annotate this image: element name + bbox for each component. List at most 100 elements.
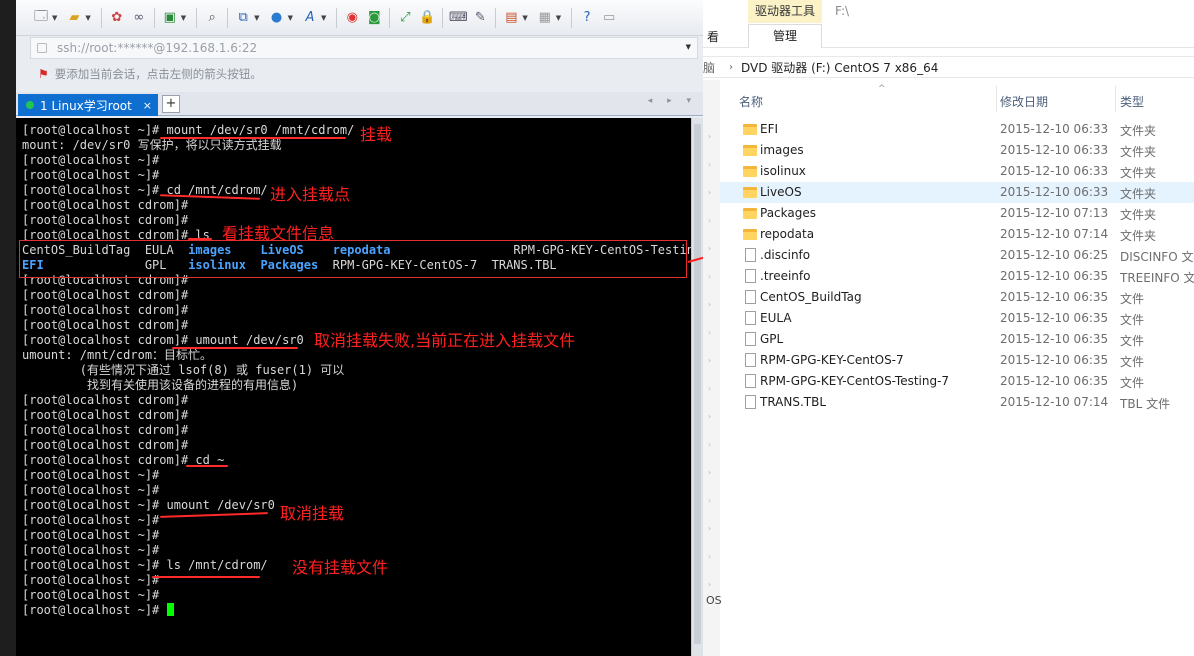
scrollbar-thumb[interactable] xyxy=(694,124,701,644)
chevron-down-icon[interactable]: ▼ xyxy=(321,14,326,22)
column-divider[interactable] xyxy=(1115,86,1116,112)
chevron-right-icon[interactable]: › xyxy=(708,580,711,589)
chat-icon[interactable]: ▭ xyxy=(598,7,620,29)
font-icon[interactable]: A xyxy=(299,7,321,29)
explorer-address-bar[interactable]: 脑 › DVD 驱动器 (F:) CentOS 7 x86_64 xyxy=(703,56,1194,78)
chevron-right-icon[interactable]: › xyxy=(708,384,711,393)
transfer-icon[interactable]: ⧉ xyxy=(232,7,254,29)
keyboard-icon[interactable]: ⌨ xyxy=(447,7,469,29)
file-row[interactable]: RPM-GPG-KEY-CentOS-Testing-7 2015-12-10 0… xyxy=(720,371,1194,392)
column-header-date[interactable]: 修改日期 xyxy=(1000,93,1048,110)
ribbon-tab-view[interactable]: 看 xyxy=(707,28,719,45)
file-row[interactable]: CentOS_BuildTag 2015-12-10 06:35 文件 xyxy=(720,287,1194,308)
xftp-icon[interactable]: ◉ xyxy=(341,7,363,29)
address-path[interactable]: DVD 驱动器 (F:) CentOS 7 x86_64 xyxy=(741,59,938,76)
file-row[interactable]: isolinux 2015-12-10 06:33 文件夹 xyxy=(720,161,1194,182)
file-row[interactable]: EULA 2015-12-10 06:35 文件 xyxy=(720,308,1194,329)
terminal-line: [root@localhost ~]# xyxy=(22,483,160,497)
nav-item-os[interactable]: OS xyxy=(706,594,722,607)
properties-icon[interactable]: ▣ xyxy=(159,7,181,29)
file-type: 文件 xyxy=(1120,292,1145,306)
chevron-right-icon[interactable]: › xyxy=(708,272,711,281)
terminal-line: [root@localhost cdrom]# xyxy=(22,213,189,227)
folder-icon xyxy=(743,145,757,156)
terminal-line: (有些情况下通过 lsof(8) 或 fuser(1) 可以 xyxy=(22,363,345,377)
chevron-down-icon[interactable]: ▼ xyxy=(522,14,527,22)
chevron-right-icon[interactable]: › xyxy=(729,62,733,73)
file-row[interactable]: Packages 2015-12-10 07:13 文件夹 xyxy=(720,203,1194,224)
xftp-green-icon[interactable]: ◙ xyxy=(363,7,385,29)
file-explorer-window: 驱动器工具 F:\ 看 管理 脑 › DVD 驱动器 (F:) CentOS 7… xyxy=(703,0,1194,656)
file-type: 文件夹 xyxy=(1120,208,1157,222)
close-icon[interactable]: × xyxy=(143,99,152,112)
chevron-down-icon[interactable]: ▼ xyxy=(181,14,186,22)
annotation-no-files: 没有挂载文件 xyxy=(292,558,389,577)
chevron-right-icon[interactable]: › xyxy=(708,440,711,449)
chevron-right-icon[interactable]: › xyxy=(708,328,711,337)
chevron-down-icon[interactable]: ▼ xyxy=(288,14,293,22)
find-icon[interactable]: ⌕ xyxy=(201,7,223,29)
chevron-right-icon[interactable]: › xyxy=(708,412,711,421)
file-type: TREEINFO 文 xyxy=(1120,271,1194,285)
new-session-icon[interactable]: 🗔 xyxy=(30,7,52,29)
terminal-line: mount: /dev/sr0 写保护，将以只读方式挂载 xyxy=(22,138,282,152)
script-icon[interactable]: ▤ xyxy=(500,7,522,29)
chevron-right-icon[interactable]: › xyxy=(708,160,711,169)
column-header-name[interactable]: 名称 xyxy=(739,93,763,110)
chevron-right-icon[interactable]: › xyxy=(708,524,711,533)
terminal-line: [root@localhost cdrom]# xyxy=(22,393,189,407)
column-header-type[interactable]: 类型 xyxy=(1120,93,1144,110)
chevron-right-icon[interactable]: › xyxy=(708,132,711,141)
file-row[interactable]: EFI 2015-12-10 06:33 文件夹 xyxy=(720,119,1194,140)
chevron-right-icon[interactable]: › xyxy=(708,552,711,561)
chevron-right-icon[interactable]: › xyxy=(708,216,711,225)
compose-icon[interactable]: ✎ xyxy=(469,7,491,29)
file-row[interactable]: LiveOS 2015-12-10 06:33 文件夹 xyxy=(720,182,1194,203)
file-name: GPL xyxy=(760,332,784,346)
tab-linux-session[interactable]: 1 Linux学习root × xyxy=(18,94,158,116)
reconnect-icon[interactable]: ∞ xyxy=(128,7,150,29)
file-row[interactable]: repodata 2015-12-10 07:14 文件夹 xyxy=(720,224,1194,245)
chevron-right-icon[interactable]: › xyxy=(708,188,711,197)
chevron-right-icon[interactable]: › xyxy=(708,356,711,365)
file-modified-date: 2015-12-10 06:33 xyxy=(1000,122,1109,136)
file-row[interactable]: GPL 2015-12-10 06:35 文件 xyxy=(720,329,1194,350)
help-icon[interactable]: ? xyxy=(576,7,598,29)
lock-icon xyxy=(37,43,47,53)
terminal-line: [root@localhost cdrom]# xyxy=(22,438,189,452)
globe-icon[interactable]: ● xyxy=(266,7,288,29)
session-address-bar[interactable]: ssh://root:******@192.168.1.6:22 ▼ xyxy=(30,37,698,59)
file-row[interactable]: .discinfo 2015-12-10 06:25 DISCINFO 文 xyxy=(720,245,1194,266)
ribbon-tab-manage[interactable]: 管理 xyxy=(748,24,822,48)
lock-icon[interactable]: 🔒 xyxy=(416,7,438,29)
open-folder-icon[interactable]: ▰ xyxy=(63,7,85,29)
tab-navigation[interactable]: ◂ ▸ ▾ xyxy=(648,96,697,106)
tab-label: 1 Linux学习root xyxy=(40,98,132,113)
disconnect-icon[interactable]: ✿ xyxy=(106,7,128,29)
chevron-right-icon[interactable]: › xyxy=(708,468,711,477)
chevron-down-icon[interactable]: ▼ xyxy=(686,43,691,51)
file-modified-date: 2015-12-10 06:35 xyxy=(1000,332,1109,346)
file-name: .treeinfo xyxy=(760,269,811,283)
file-row[interactable]: .treeinfo 2015-12-10 06:35 TREEINFO 文 xyxy=(720,266,1194,287)
chevron-down-icon[interactable]: ▼ xyxy=(52,14,57,22)
chevron-right-icon[interactable]: › xyxy=(708,244,711,253)
file-modified-date: 2015-12-10 06:35 xyxy=(1000,353,1109,367)
chevron-down-icon[interactable]: ▼ xyxy=(85,14,90,22)
file-row[interactable]: images 2015-12-10 06:33 文件夹 xyxy=(720,140,1194,161)
layout-icon[interactable]: ▦ xyxy=(534,7,556,29)
file-row[interactable]: TRANS.TBL 2015-12-10 07:14 TBL 文件 xyxy=(720,392,1194,413)
terminal-scrollbar[interactable] xyxy=(691,118,703,656)
annotation-mount: 挂载 xyxy=(360,125,393,144)
chevron-down-icon[interactable]: ▼ xyxy=(254,14,259,22)
chevron-right-icon[interactable]: › xyxy=(708,496,711,505)
column-divider[interactable] xyxy=(996,86,997,112)
chevron-down-icon[interactable]: ▼ xyxy=(556,14,561,22)
fullscreen-icon[interactable]: ⤢ xyxy=(394,7,416,29)
add-tab-button[interactable]: + xyxy=(162,95,180,113)
file-modified-date: 2015-12-10 06:33 xyxy=(1000,164,1109,178)
bookmark-flag-icon[interactable]: ⚑ xyxy=(38,67,49,81)
chevron-right-icon[interactable]: › xyxy=(708,300,711,309)
underline-umount-failed xyxy=(172,347,298,349)
file-row[interactable]: RPM-GPG-KEY-CentOS-7 2015-12-10 06:35 文件 xyxy=(720,350,1194,371)
